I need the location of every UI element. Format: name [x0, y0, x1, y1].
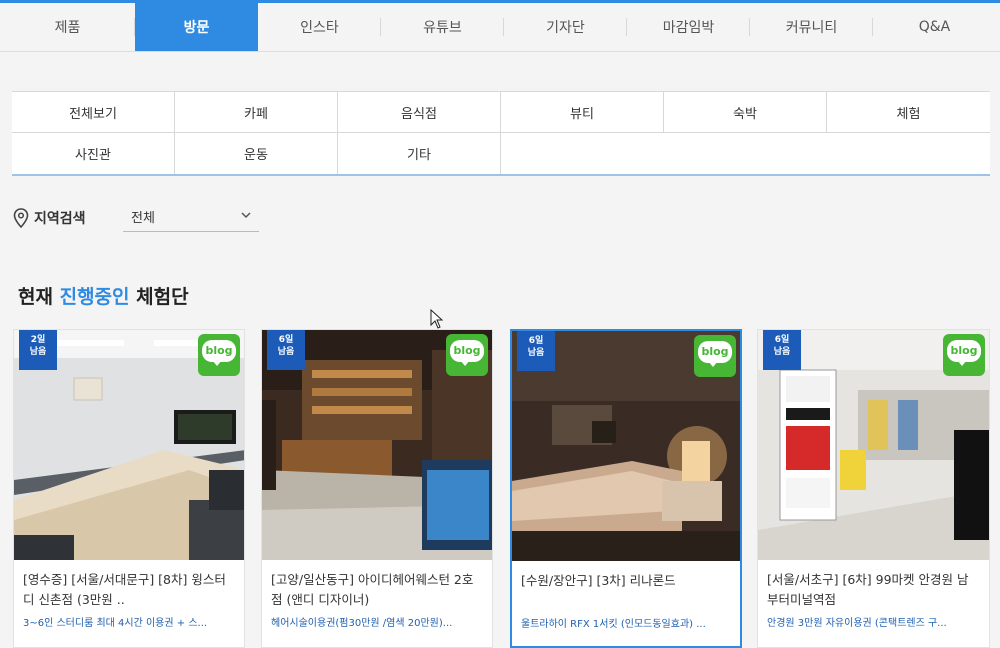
card-thumbnail: 2일 남음 blog [14, 330, 244, 560]
chevron-down-icon [241, 212, 251, 219]
card-description: 헤어시술이용권(펌30만원 /염색 20만원)... [271, 618, 453, 629]
category-experience[interactable]: 체험 [827, 92, 990, 132]
days-left-badge: 6일 남음 [517, 331, 555, 371]
campaign-card[interactable]: 2일 남음 blog [영수증] [서울/서대문구] [8차] 윙스터디 신촌점… [13, 329, 245, 648]
campaign-card[interactable]: 6일 남음 blog [수원/장안구] [3차] 리나론드 울트라하이 RFX … [510, 329, 742, 648]
card-title: [영수증] [서울/서대문구] [8차] 윙스터디 신촌점 (3만원 .. [23, 572, 226, 607]
category-beauty[interactable]: 뷰티 [501, 92, 664, 132]
days-left-badge: 6일 남음 [763, 330, 801, 370]
category-photo-studio[interactable]: 사진관 [12, 133, 175, 174]
category-etc[interactable]: 기타 [338, 133, 501, 174]
location-pin-icon [13, 208, 29, 228]
mouse-cursor-icon [430, 309, 444, 329]
blog-label: blog [947, 340, 981, 362]
tab-closing-soon[interactable]: 마감임박 [627, 3, 750, 51]
campaign-card[interactable]: 6일 남음 blog [고양/일산동구] 아이디헤어웨스턴 2호점 (앤디 디자… [261, 329, 493, 648]
category-empty-cell [501, 133, 664, 174]
top-nav: 제품 방문 인스타 유튜브 기자단 마감임박 커뮤니티 Q&A [0, 0, 1000, 52]
tab-products[interactable]: 제품 [0, 3, 135, 51]
blog-label: blog [202, 340, 236, 362]
category-lodging[interactable]: 숙박 [664, 92, 827, 132]
region-select[interactable]: 전체 [123, 202, 259, 232]
tab-reporters[interactable]: 기자단 [504, 3, 627, 51]
card-description: 3~6인 스터디룸 최대 4시간 이용권 + 스... [23, 618, 208, 629]
category-grid: 전체보기 카페 음식점 뷰티 숙박 체험 사진관 운동 기타 [12, 91, 990, 176]
blog-icon: blog [446, 334, 488, 376]
tab-qna[interactable]: Q&A [873, 3, 996, 51]
category-restaurant[interactable]: 음식점 [338, 92, 501, 132]
tab-community[interactable]: 커뮤니티 [750, 3, 873, 51]
blog-label: blog [450, 340, 484, 362]
blog-icon: blog [198, 334, 240, 376]
category-fitness[interactable]: 운동 [175, 133, 338, 174]
tab-visit[interactable]: 방문 [135, 3, 258, 51]
card-title: [고양/일산동구] 아이디헤어웨스턴 2호점 (앤디 디자이너) [271, 572, 474, 607]
card-description: 울트라하이 RFX 1서킷 (인모드동일효과) ... [521, 619, 706, 630]
category-row: 전체보기 카페 음식점 뷰티 숙박 체험 [12, 92, 990, 133]
category-row: 사진관 운동 기타 [12, 133, 990, 174]
section-heading: 현재 진행중인 체험단 [18, 282, 189, 309]
category-cafe[interactable]: 카페 [175, 92, 338, 132]
region-label: 지역검색 [34, 211, 86, 227]
card-thumbnail: 6일 남음 blog [262, 330, 492, 560]
blog-label: blog [698, 341, 732, 363]
card-description: 안경원 3만원 자유이용권 (콘택트렌즈 구... [767, 618, 947, 629]
region-search: 지역검색 전체 [13, 208, 259, 232]
blog-icon: blog [694, 335, 736, 377]
tab-instagram[interactable]: 인스타 [258, 3, 381, 51]
card-title: [서울/서초구] [6차] 99마켓 안경원 남부터미널역점 [767, 572, 969, 607]
heading-highlight: 진행중인 [59, 286, 130, 308]
blog-icon: blog [943, 334, 985, 376]
card-title: [수원/장안구] [3차] 리나론드 [521, 573, 676, 588]
heading-suffix: 체험단 [136, 286, 189, 308]
category-all[interactable]: 전체보기 [12, 92, 175, 132]
card-thumbnail: 6일 남음 blog [512, 331, 740, 561]
days-left-badge: 2일 남음 [19, 330, 57, 370]
heading-prefix: 현재 [18, 286, 53, 308]
tab-youtube[interactable]: 유튜브 [381, 3, 504, 51]
campaign-card[interactable]: 6일 남음 blog [서울/서초구] [6차] 99마켓 안경원 남부터미널역… [757, 329, 990, 648]
days-left-badge: 6일 남음 [267, 330, 305, 370]
card-thumbnail: 6일 남음 blog [758, 330, 989, 560]
region-select-value: 전체 [131, 211, 155, 226]
